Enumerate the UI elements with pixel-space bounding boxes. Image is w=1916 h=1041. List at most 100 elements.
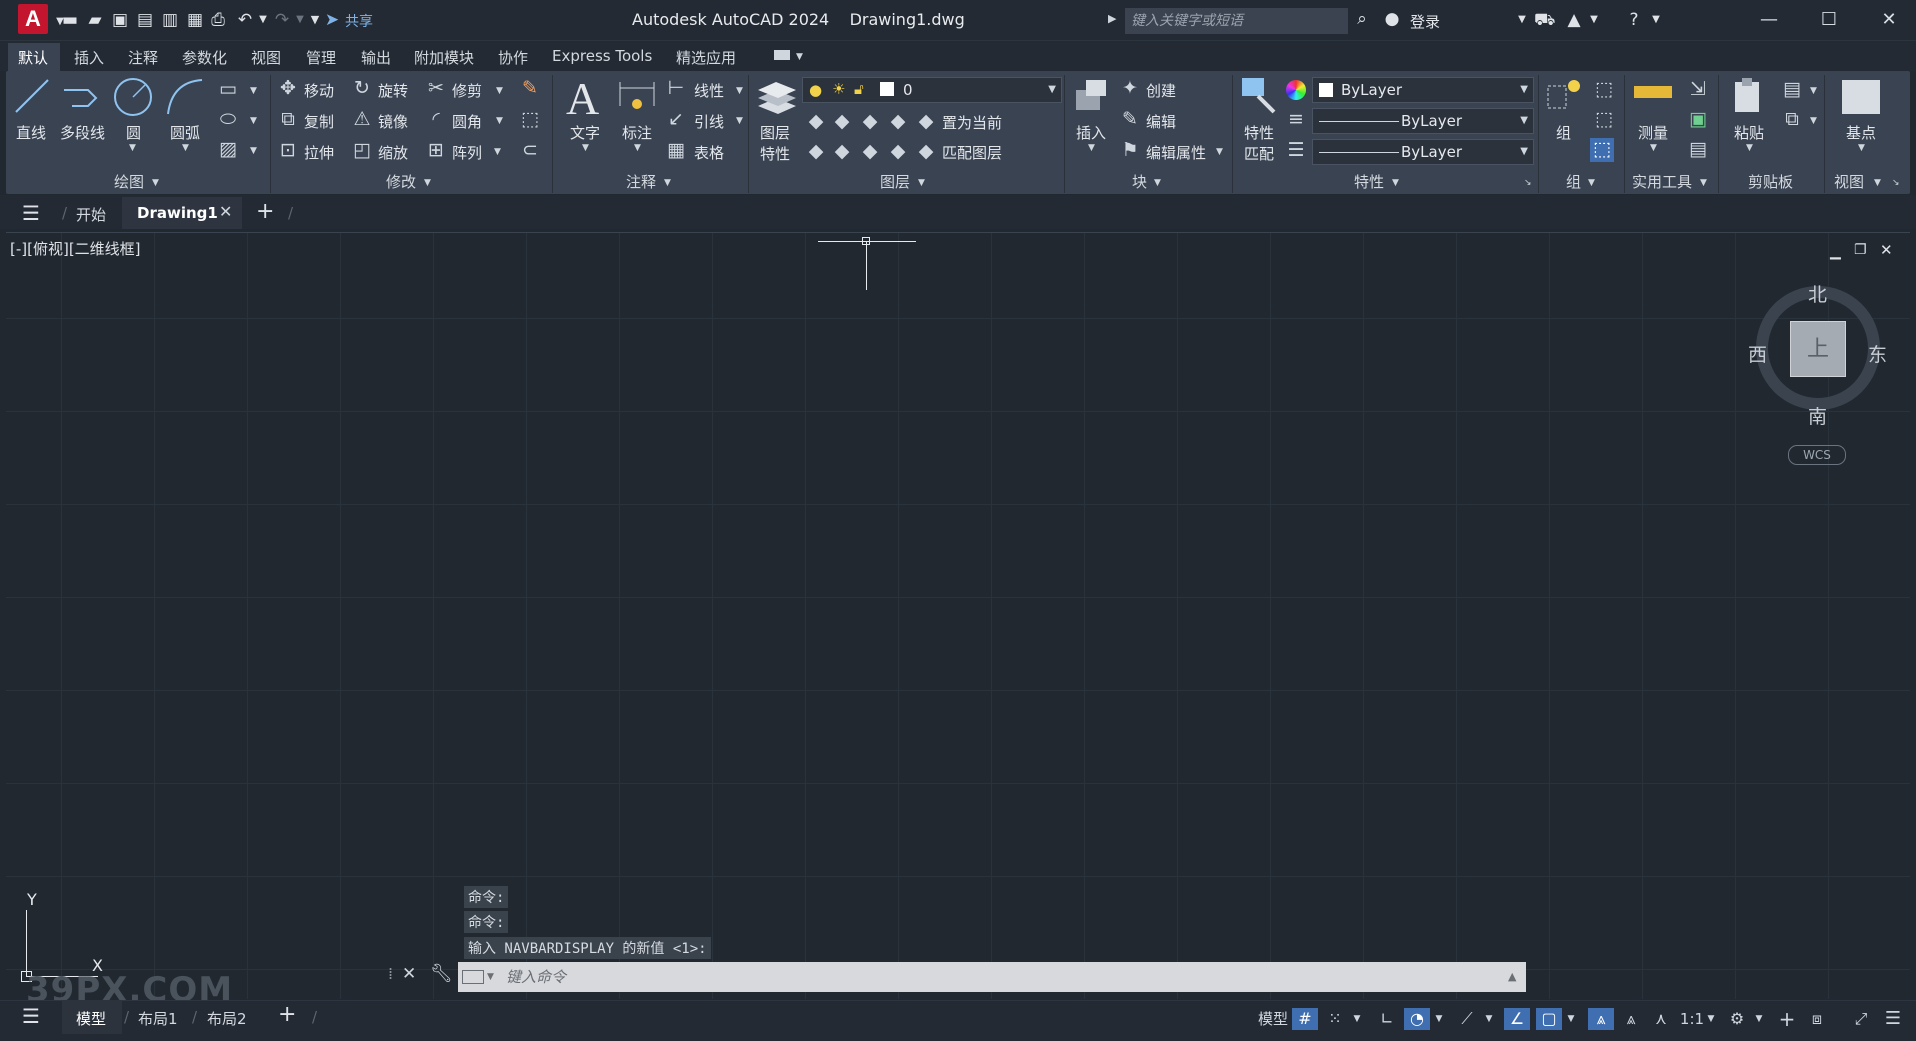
layer-lock-tool-icon[interactable]: ◆ [886,110,910,134]
isodraft-icon[interactable]: ⟋ [1454,1008,1480,1030]
panel-title-groups[interactable]: 组 [1566,171,1581,192]
app-menu-button[interactable]: A [18,4,48,34]
help-search-input[interactable]: 键入关键字或短语 [1125,8,1348,34]
tab-collaborate[interactable]: 协作 [498,47,528,68]
cart-icon[interactable]: ⛟ [1534,10,1555,30]
text-dropdown-icon[interactable]: ▼ [582,143,589,153]
lineweight-combo[interactable]: ByLayer ▼ [1312,139,1534,165]
group-edit-icon[interactable]: ⬚ [1592,108,1616,132]
circle-button[interactable]: 圆 [126,122,141,143]
panel-title-draw[interactable]: 绘图 [114,171,144,192]
paste-icon[interactable] [1732,76,1766,116]
leader-dropdown-icon[interactable]: ▼ [736,116,743,126]
polyline-icon[interactable] [60,76,106,116]
hatch-dropdown-icon[interactable]: ▼ [250,146,257,156]
layout-tabs-menu-icon[interactable]: ☰ [22,1004,40,1028]
panel-title-utilities[interactable]: 实用工具 [1632,171,1692,192]
rectangle-dropdown-icon[interactable]: ▼ [250,86,257,96]
grid-icon[interactable]: # [1292,1008,1318,1030]
units-icon[interactable]: ⧈ [1804,1008,1830,1030]
save-as-icon[interactable]: ▤ [135,10,155,30]
tab-output[interactable]: 输出 [361,47,391,68]
arc-icon[interactable] [164,76,206,118]
color-combo[interactable]: ByLayer ▼ [1312,77,1534,103]
compass-west[interactable]: 西 [1748,340,1767,367]
layer-properties-label-1[interactable]: 图层 [760,122,790,143]
layer-properties-label-2[interactable]: 特性 [760,143,790,164]
undo-dropdown-icon[interactable]: ▼ [253,10,273,30]
panel-title-annotation[interactable]: 注释 [626,171,656,192]
base-view-icon[interactable] [1842,80,1880,114]
measure-icon[interactable] [1634,86,1672,98]
utilities-panel-expand-icon[interactable]: ▼ [1700,178,1707,188]
recent-commands-dropdown-icon[interactable]: ▼ [487,972,494,982]
copy-button[interactable]: 复制 [304,111,334,132]
layout-tab-2[interactable]: 布局2 [207,1008,247,1029]
draw-panel-expand-icon[interactable]: ▼ [152,178,159,188]
snap-dropdown-icon[interactable]: ▼ [1350,1008,1364,1030]
rotate-button[interactable]: 旋转 [378,80,408,101]
groups-panel-expand-icon[interactable]: ▼ [1588,178,1595,188]
save-icon[interactable]: ▣ [110,10,130,30]
measure-dropdown-icon[interactable]: ▼ [1650,143,1657,153]
circle-dropdown-icon[interactable]: ▼ [129,143,136,153]
scale-dropdown-icon[interactable]: ▼ [1704,1008,1718,1030]
model-space-button[interactable]: 模型 [1256,1008,1290,1030]
compass-south[interactable]: 南 [1808,402,1827,429]
drawing-canvas[interactable] [6,232,1910,999]
text-icon[interactable]: A [566,72,599,125]
match-properties-icon[interactable] [1240,76,1280,116]
command-line-close-icon[interactable]: ✕ [402,964,416,984]
command-history-toggle-icon[interactable]: ▲ [1508,970,1516,983]
panel-title-layers[interactable]: 图层 [880,171,910,192]
file-tabs-menu-icon[interactable]: ☰ [22,201,40,225]
login-button[interactable]: 登录 [1410,11,1440,32]
ribbon-minimize-dropdown-icon[interactable]: ▼ [796,52,803,62]
tab-parametric[interactable]: 参数化 [182,47,227,68]
panel-title-properties[interactable]: 特性 [1354,171,1384,192]
base-view-dropdown-icon[interactable]: ▼ [1858,143,1865,153]
command-line-grip-icon[interactable]: ⁞ [388,964,393,983]
erase-icon[interactable]: ✎ [518,77,542,101]
layer-freeze-tool-icon[interactable]: ◆ [858,110,882,134]
maximize-icon[interactable]: ☐ [1806,6,1852,34]
color-wheel-icon[interactable] [1286,80,1306,100]
export-icon[interactable]: ▦ [185,10,205,30]
match-properties-label-1[interactable]: 特性 [1244,122,1274,143]
view-dialog-launcher-icon[interactable]: ↘ [1892,178,1900,188]
compass-north[interactable]: 北 [1808,280,1827,307]
layer-properties-icon[interactable] [756,76,798,116]
polyline-button[interactable]: 多段线 [60,122,105,143]
annotation-panel-expand-icon[interactable]: ▼ [664,178,671,188]
linear-button[interactable]: 线性 [694,80,724,101]
layer-isolate-icon[interactable]: ◆ [830,110,854,134]
search-expand-icon[interactable]: ▶ [1108,12,1116,25]
make-current-button[interactable]: 置为当前 [942,112,1002,133]
plot-icon[interactable]: ⎙ [208,10,228,30]
explode-icon[interactable]: ⬚ [518,108,542,132]
close-icon[interactable]: ✕ [1866,6,1912,34]
linetype-combo[interactable]: ByLayer ▼ [1312,108,1534,134]
command-input[interactable]: 键入命令 [458,962,1526,992]
dimension-button[interactable]: 标注 [622,122,652,143]
search-icon[interactable]: ⌕ [1352,9,1372,29]
array-dropdown-icon[interactable]: ▼ [494,147,501,157]
new-tab-icon[interactable]: + [256,199,274,224]
viewport-close-icon[interactable]: ✕ [1880,241,1893,259]
hatch-icon[interactable]: ▨ [216,138,240,162]
layer-unisolate-icon[interactable]: ◆ [830,140,854,164]
insert-block-button[interactable]: 插入 [1076,122,1106,143]
view-panel-expand-icon[interactable]: ▼ [1874,178,1881,188]
insert-block-icon[interactable] [1070,76,1112,116]
customization-menu-icon[interactable]: ☰ [1880,1008,1906,1030]
linetype-icon[interactable]: ☰ [1284,139,1308,163]
panel-title-modify[interactable]: 修改 [386,171,416,192]
properties-dialog-launcher-icon[interactable]: ↘ [1524,178,1532,188]
minimize-icon[interactable]: — [1746,6,1792,34]
measure-button[interactable]: 测量 [1638,122,1668,143]
login-dropdown-icon[interactable]: ▼ [1512,10,1532,30]
table-button[interactable]: 表格 [694,142,724,163]
wcs-menu-button[interactable]: WCS [1788,445,1846,465]
tab-annotate[interactable]: 注释 [128,47,158,68]
tab-express-tools[interactable]: Express Tools [552,47,652,65]
